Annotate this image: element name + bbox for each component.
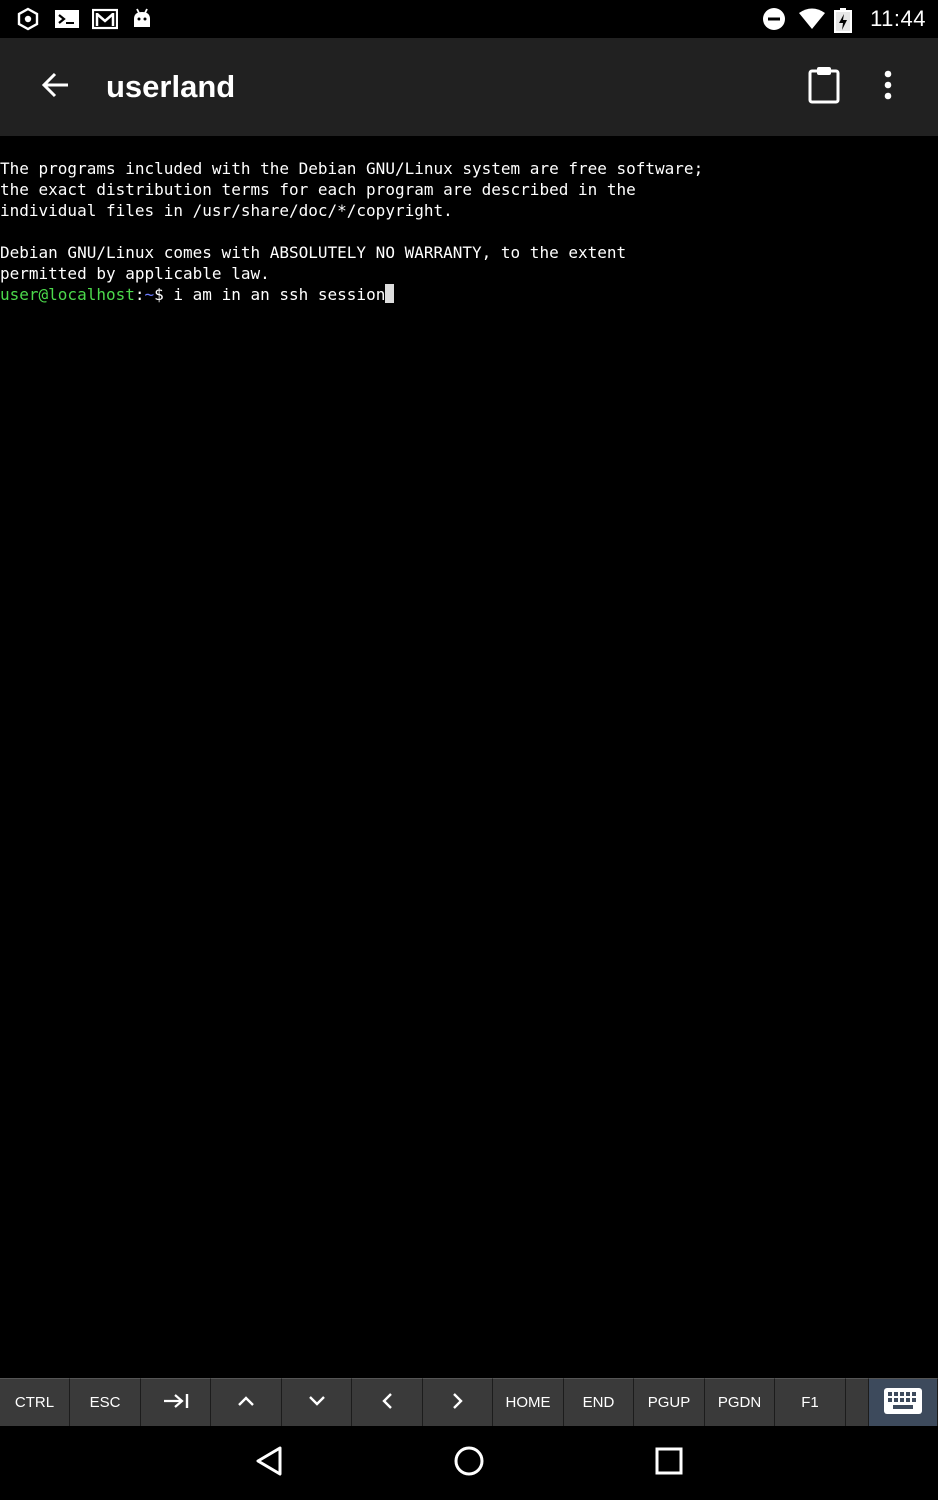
userland-icon bbox=[16, 7, 40, 31]
pgdn-key[interactable]: PGDN bbox=[705, 1378, 775, 1426]
back-button[interactable] bbox=[28, 59, 84, 115]
nav-home-button[interactable] bbox=[439, 1433, 499, 1493]
prompt-separator: : bbox=[134, 285, 145, 304]
prompt-line: user@localhost:~$ i am in an ssh session bbox=[0, 284, 938, 305]
app-bar: userland bbox=[0, 38, 938, 136]
terminal-view[interactable]: The programs included with the Debian GN… bbox=[0, 136, 938, 1378]
gmail-icon bbox=[91, 7, 119, 31]
status-bar: 11:44 bbox=[0, 0, 938, 38]
home-key[interactable]: HOME bbox=[493, 1378, 564, 1426]
chevron-up-icon bbox=[236, 1394, 256, 1412]
triangle-back-icon bbox=[254, 1445, 284, 1482]
terminal-line: Debian GNU/Linux comes with ABSOLUTELY N… bbox=[0, 243, 627, 262]
arrow-down-key[interactable] bbox=[282, 1378, 352, 1426]
terminal-line: individual files in /usr/share/doc/*/cop… bbox=[0, 201, 453, 220]
do-not-disturb-icon bbox=[762, 7, 786, 31]
arrow-back-icon bbox=[41, 70, 71, 105]
battery-charging-icon bbox=[834, 7, 858, 33]
tab-icon bbox=[162, 1392, 190, 1414]
keyboard-icon bbox=[883, 1387, 923, 1419]
tab-key[interactable] bbox=[141, 1378, 211, 1426]
circle-home-icon bbox=[453, 1445, 485, 1482]
nav-back-button[interactable] bbox=[239, 1433, 299, 1493]
terminal-line: permitted by applicable law. bbox=[0, 264, 270, 283]
pgup-key[interactable]: PGUP bbox=[634, 1378, 705, 1426]
wifi-icon bbox=[798, 7, 826, 31]
arrow-left-key[interactable] bbox=[352, 1378, 423, 1426]
terminal-icon bbox=[54, 7, 79, 31]
prompt-symbol: $ bbox=[154, 285, 174, 304]
terminal-line: the exact distribution terms for each pr… bbox=[0, 180, 636, 199]
page-title: userland bbox=[106, 69, 236, 104]
terminal-line: The programs included with the Debian GN… bbox=[0, 159, 704, 178]
chevron-left-icon bbox=[380, 1391, 394, 1415]
chevron-down-icon bbox=[307, 1394, 327, 1412]
clock: 11:44 bbox=[870, 6, 926, 31]
prompt-path: ~ bbox=[144, 285, 155, 304]
system-nav-bar bbox=[0, 1426, 938, 1500]
more-vert-icon bbox=[883, 70, 893, 105]
ctrl-key[interactable]: CTRL bbox=[0, 1378, 70, 1426]
more-keys-spacer bbox=[846, 1378, 869, 1426]
android-icon bbox=[130, 7, 154, 31]
arrow-right-key[interactable] bbox=[423, 1378, 493, 1426]
toggle-keyboard-button[interactable] bbox=[869, 1378, 938, 1426]
esc-key[interactable]: ESC bbox=[70, 1378, 141, 1426]
command-input: i am in an ssh session bbox=[173, 285, 386, 304]
extra-keys-bar: CTRL ESC HOME END PGUP PGDN F1 bbox=[0, 1378, 938, 1426]
nav-recents-button[interactable] bbox=[639, 1433, 699, 1493]
clipboard-icon bbox=[807, 66, 841, 109]
paste-button[interactable] bbox=[792, 55, 856, 119]
f1-key[interactable]: F1 bbox=[775, 1378, 846, 1426]
end-key[interactable]: END bbox=[564, 1378, 634, 1426]
prompt-user-host: user@localhost bbox=[0, 285, 135, 304]
chevron-right-icon bbox=[451, 1391, 465, 1415]
arrow-up-key[interactable] bbox=[211, 1378, 282, 1426]
square-recents-icon bbox=[654, 1446, 684, 1481]
text-cursor bbox=[385, 284, 395, 303]
overflow-menu-button[interactable] bbox=[856, 55, 920, 119]
